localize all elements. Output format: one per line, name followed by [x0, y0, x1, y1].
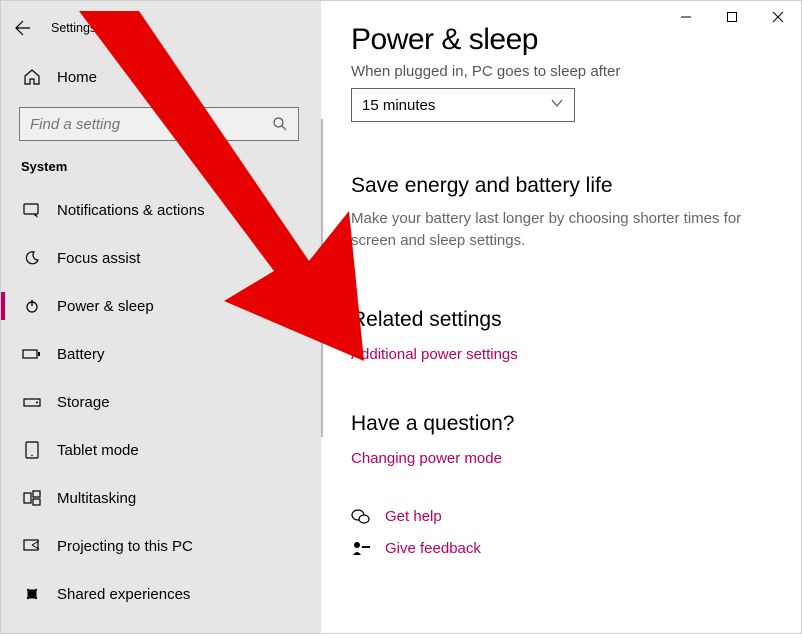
sidebar-item-notifications[interactable]: Notifications & actions — [1, 186, 321, 234]
sidebar-item-label: Notifications & actions — [57, 202, 205, 219]
section-label: System — [1, 159, 321, 174]
sidebar-item-label: Projecting to this PC — [57, 538, 193, 555]
arrow-left-icon — [13, 19, 31, 37]
window-controls — [663, 1, 801, 33]
sidebar-item-tablet-mode[interactable]: Tablet mode — [1, 426, 321, 474]
changing-power-mode-link[interactable]: Changing power mode — [351, 450, 502, 467]
sidebar-item-label: Multitasking — [57, 490, 136, 507]
sidebar-item-label: Power & sleep — [57, 298, 154, 315]
dropdown-value: 15 minutes — [362, 97, 435, 114]
sidebar-item-battery[interactable]: Battery — [1, 330, 321, 378]
sidebar-item-projecting[interactable]: Projecting to this PC — [1, 522, 321, 570]
sidebar-item-label: Storage — [57, 394, 110, 411]
search-box[interactable] — [19, 107, 299, 141]
feedback-link[interactable]: Give feedback — [385, 540, 481, 557]
storage-icon — [21, 395, 43, 409]
back-button[interactable] — [1, 7, 43, 49]
maximize-button[interactable] — [709, 1, 755, 33]
sidebar-item-focus-assist[interactable]: Focus assist — [1, 234, 321, 282]
sidebar-item-shared[interactable]: Shared experiences — [1, 570, 321, 618]
maximize-icon — [726, 11, 738, 23]
notification-icon — [21, 202, 43, 218]
home-nav[interactable]: Home — [1, 57, 321, 97]
sidebar-item-label: Focus assist — [57, 250, 140, 267]
additional-power-link[interactable]: Additional power settings — [351, 346, 518, 363]
home-label: Home — [57, 69, 97, 86]
close-icon — [772, 11, 784, 23]
sidebar-item-storage[interactable]: Storage — [1, 378, 321, 426]
sleep-dropdown[interactable]: 15 minutes — [351, 88, 575, 122]
app-title: Settings — [51, 21, 96, 35]
shared-icon — [21, 585, 43, 603]
sidebar-item-label: Shared experiences — [57, 586, 190, 603]
minimize-button[interactable] — [663, 1, 709, 33]
tablet-icon — [21, 441, 43, 459]
close-button[interactable] — [755, 1, 801, 33]
battery-icon — [21, 347, 43, 361]
power-icon — [21, 298, 43, 314]
chevron-down-icon — [550, 96, 564, 114]
sidebar-item-power-sleep[interactable]: Power & sleep — [1, 282, 321, 330]
projecting-icon — [21, 538, 43, 554]
minimize-icon — [680, 11, 692, 23]
sleep-label: When plugged in, PC goes to sleep after — [351, 63, 771, 80]
question-heading: Have a question? — [351, 412, 771, 436]
moon-icon — [21, 250, 43, 266]
multitasking-icon — [21, 490, 43, 506]
sidebar: Settings Home System Notifications & act… — [1, 1, 321, 633]
related-heading: Related settings — [351, 308, 771, 332]
nav-list: Notifications & actions Focus assist Pow… — [1, 186, 321, 633]
search-input[interactable] — [20, 116, 298, 133]
sidebar-item-multitasking[interactable]: Multitasking — [1, 474, 321, 522]
home-icon — [21, 68, 43, 86]
energy-desc: Make your battery last longer by choosin… — [351, 208, 771, 252]
get-help-icon — [351, 508, 379, 526]
main-content: Power & sleep When plugged in, PC goes t… — [321, 1, 801, 633]
search-icon — [272, 116, 288, 137]
get-help-link[interactable]: Get help — [385, 508, 442, 525]
sidebar-item-label: Tablet mode — [57, 442, 139, 459]
feedback-icon — [351, 540, 379, 558]
sidebar-item-label: Battery — [57, 346, 105, 363]
energy-heading: Save energy and battery life — [351, 174, 771, 198]
